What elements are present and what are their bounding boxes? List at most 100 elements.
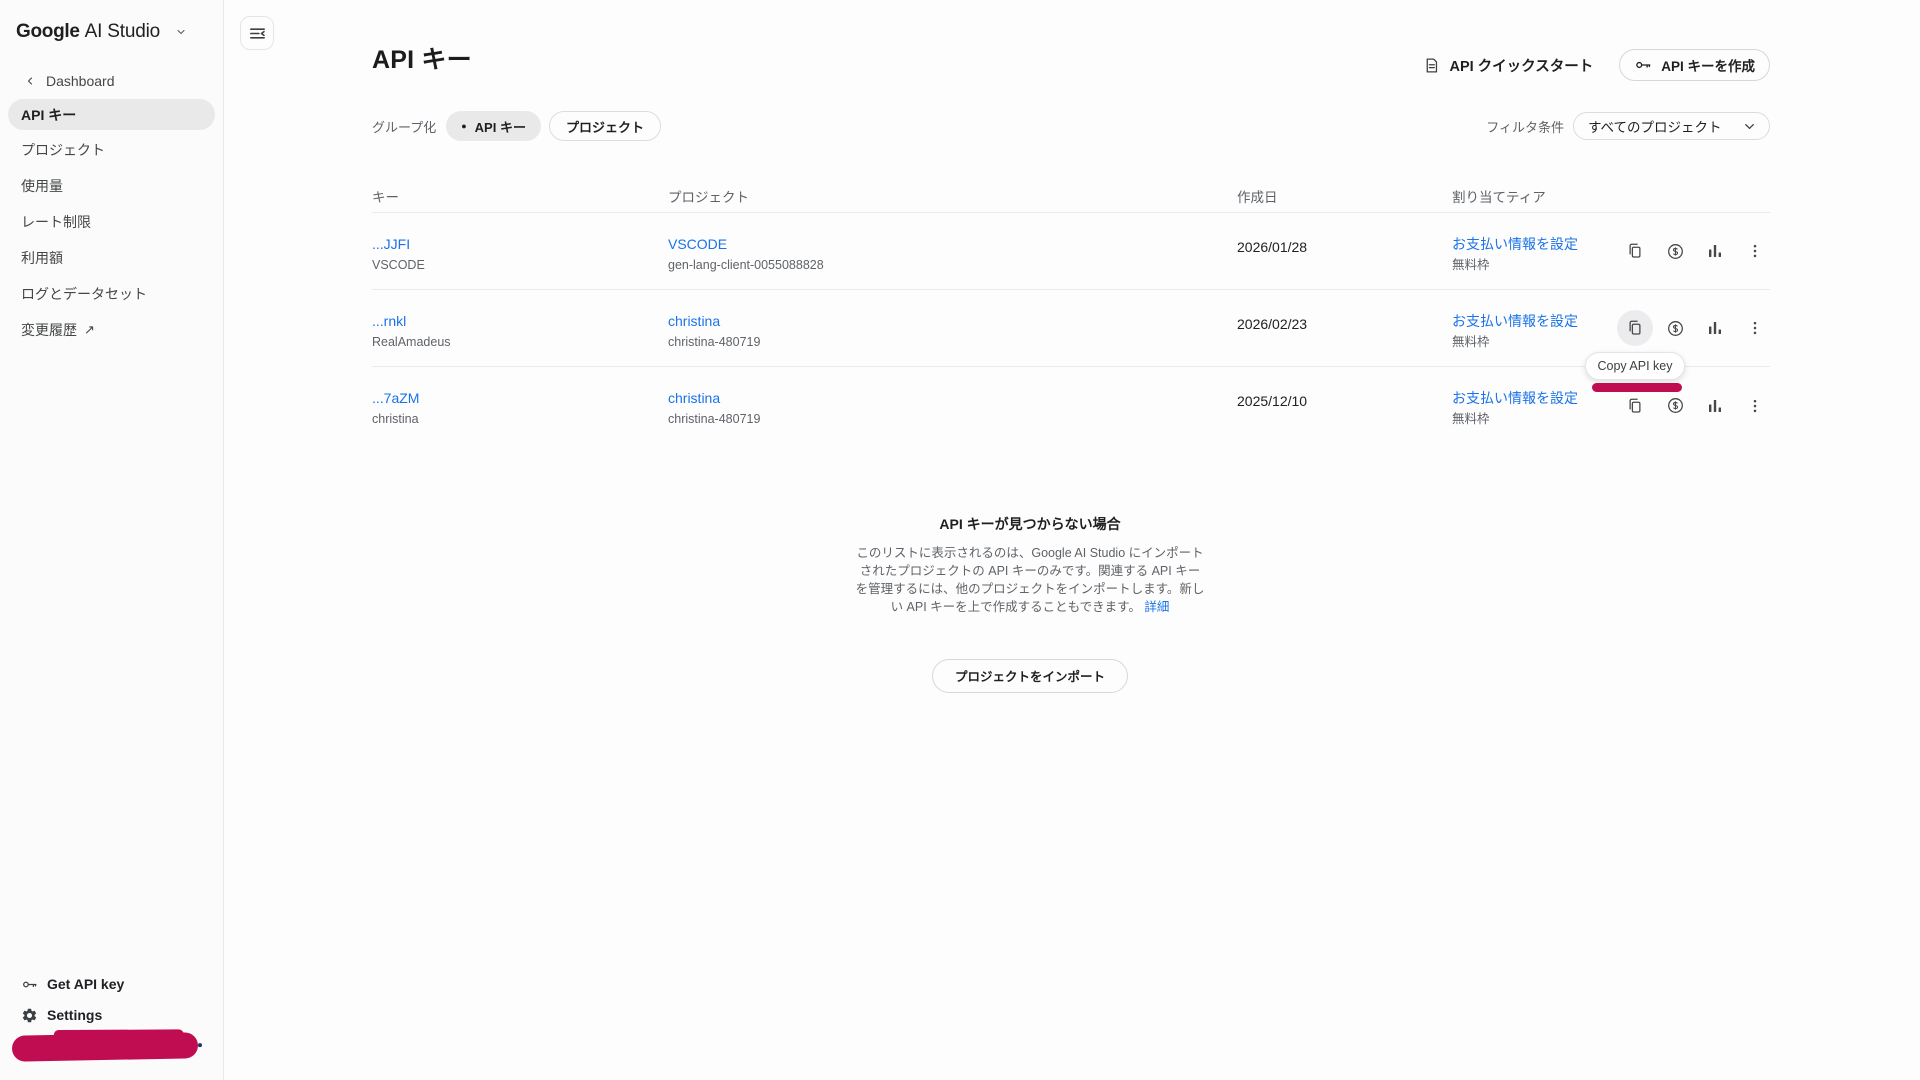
bar-chart-icon [1709, 322, 1721, 334]
project-filter: フィルタ条件 すべてのプロジェクト [1486, 112, 1770, 140]
empty-state: API キーが見つからない場合 このリストに表示されるのは、Google AI … [690, 514, 1370, 693]
sidebar-nav: Dashboard API キー プロジェクト 使用量 レート制限 利用額 ログ… [0, 66, 223, 348]
usage-chart-button[interactable] [1702, 315, 1728, 341]
footer-item-label: Get API key [47, 976, 125, 992]
get-api-key-button[interactable]: Get API key [0, 969, 223, 999]
dropdown-value: すべてのプロジェクト [1588, 120, 1722, 135]
sidebar-item-label: Dashboard [46, 73, 115, 89]
usage-chart-button[interactable] [1702, 238, 1728, 264]
sidebar-item-rate-limits[interactable]: レート制限 [0, 204, 223, 240]
copy-api-key-button[interactable] [1617, 310, 1653, 346]
api-key-link[interactable]: ...JJFI [372, 236, 425, 252]
row-actions [1622, 213, 1768, 289]
project-link[interactable]: christina [668, 313, 760, 329]
more-options-button[interactable] [1742, 315, 1768, 341]
project-link[interactable]: christina [668, 390, 760, 406]
collapse-sidebar-icon [249, 27, 265, 39]
chevron-down-icon [175, 26, 187, 38]
group-toggle-api-key[interactable]: ● API キー [446, 111, 541, 141]
api-key-link[interactable]: ...rnkl [372, 313, 451, 329]
project-filter-dropdown[interactable]: すべてのプロジェクト [1573, 112, 1770, 140]
vertical-dots-icon [1753, 399, 1757, 412]
api-key-name: VSCODE [372, 258, 425, 272]
project-id: christina-480719 [668, 412, 761, 426]
create-api-key-label: API キーを作成 [1661, 59, 1755, 74]
sidebar-item-projects[interactable]: プロジェクト [0, 132, 223, 168]
import-project-button[interactable]: プロジェクトをインポート [931, 658, 1128, 693]
sidebar-item-api-keys[interactable]: API キー [8, 99, 215, 130]
external-link-icon: ↗ [84, 322, 95, 337]
create-api-key-button[interactable]: API キーを作成 [1619, 49, 1770, 81]
column-header-created: 作成日 [1237, 190, 1278, 205]
sidebar-item-dashboard[interactable]: Dashboard [0, 66, 223, 96]
api-quickstart-link[interactable]: API クイックスタート [1423, 55, 1593, 76]
table-row: ...JJFI VSCODE VSCODE gen-lang-client-00… [372, 213, 1770, 290]
table-row: ...rnkl RealAmadeus christina christina-… [372, 290, 1770, 367]
ai-studio-wordmark: AI Studio [84, 21, 161, 42]
table-header-row: キー プロジェクト 作成日 割り当てティア [372, 178, 1770, 213]
key-icon [23, 981, 37, 987]
setup-billing-link[interactable]: お支払い情報を設定 [1452, 313, 1578, 329]
project-cell: christina christina-480719 [668, 390, 760, 426]
setup-billing-link[interactable]: お支払い情報を設定 [1452, 236, 1578, 252]
key-cell: ...rnkl RealAmadeus [372, 313, 451, 349]
app-root: Google AI Studio Dashboard API キー プロジェクト… [0, 0, 1920, 1080]
filter-row: グループ化 ● API キー プロジェクト フィルタ条件 すべてのプロジェクト [372, 111, 1770, 141]
billing-button[interactable] [1662, 238, 1688, 264]
settings-button[interactable]: Settings [0, 1000, 223, 1030]
filter-condition-label: フィルタ条件 [1486, 119, 1564, 135]
collapse-sidebar-button[interactable] [240, 16, 274, 50]
copy-icon [1629, 398, 1641, 413]
redaction-scribble [11, 1032, 199, 1062]
sidebar-item-logs-datasets[interactable]: ログとデータセット [0, 276, 223, 312]
key-cell: ...7aZM christina [372, 390, 419, 426]
app-logo[interactable]: Google AI Studio [16, 18, 187, 46]
usage-chart-button[interactable] [1702, 393, 1728, 419]
vertical-dots-icon [1753, 321, 1757, 335]
sidebar-item-label: 使用量 [21, 178, 63, 194]
sidebar-item-label: ログとデータセット [21, 286, 147, 302]
column-header-project: プロジェクト [668, 190, 749, 205]
sidebar: Google AI Studio Dashboard API キー プロジェクト… [0, 0, 224, 1080]
annotation-underline-scribble [1592, 383, 1682, 392]
tier-label: 無料枠 [1452, 335, 1490, 349]
tier-label: 無料枠 [1452, 258, 1490, 272]
footer-item-label: Settings [47, 1007, 103, 1023]
column-header-key: キー [372, 190, 399, 205]
copy-api-key-button[interactable] [1622, 238, 1648, 264]
tooltip-text: Copy API key [1597, 359, 1673, 373]
api-key-link[interactable]: ...7aZM [372, 390, 419, 406]
created-date: 2026/02/23 [1237, 316, 1308, 332]
key-icon [1636, 61, 1651, 69]
table-row: ...7aZM christina christina christina-48… [372, 367, 1770, 444]
sidebar-item-label: 変更履歴 [21, 322, 77, 338]
created-date: 2025/12/10 [1237, 393, 1308, 409]
learn-more-link[interactable]: 詳細 [1144, 600, 1169, 614]
group-by-label: グループ化 [372, 119, 437, 135]
sidebar-item-label: API キー [21, 106, 77, 123]
project-link[interactable]: VSCODE [668, 236, 824, 252]
project-id: gen-lang-client-0055088828 [668, 258, 824, 272]
google-wordmark: Google [16, 21, 80, 42]
sidebar-item-billing[interactable]: 利用額 [0, 240, 223, 276]
setup-billing-link[interactable]: お支払い情報を設定 [1452, 390, 1578, 406]
bar-chart-icon [1709, 245, 1721, 257]
selected-dot-icon: ● [461, 120, 467, 131]
more-options-button[interactable] [1742, 238, 1768, 264]
billing-button[interactable] [1662, 315, 1688, 341]
toggle-label: プロジェクト [565, 119, 644, 135]
bar-chart-icon [1709, 399, 1721, 412]
api-keys-table: キー プロジェクト 作成日 割り当てティア ...JJFI VSCODE VSC… [372, 178, 1770, 444]
group-toggle-project[interactable]: プロジェクト [548, 111, 661, 141]
copy-api-key-button[interactable] [1622, 393, 1648, 419]
billing-button[interactable] [1662, 393, 1688, 419]
sidebar-item-label: 利用額 [21, 250, 63, 266]
sidebar-item-usage[interactable]: 使用量 [0, 168, 223, 204]
sidebar-item-changelog[interactable]: 変更履歴 ↗ [0, 312, 223, 348]
api-key-name: christina [372, 412, 419, 426]
dollar-circle-icon [1667, 243, 1683, 259]
sidebar-item-label: レート制限 [21, 214, 91, 230]
tier-cell: お支払い情報を設定 無料枠 [1452, 313, 1578, 349]
column-header-tier: 割り当てティア [1452, 190, 1546, 205]
more-options-button[interactable] [1742, 393, 1768, 419]
